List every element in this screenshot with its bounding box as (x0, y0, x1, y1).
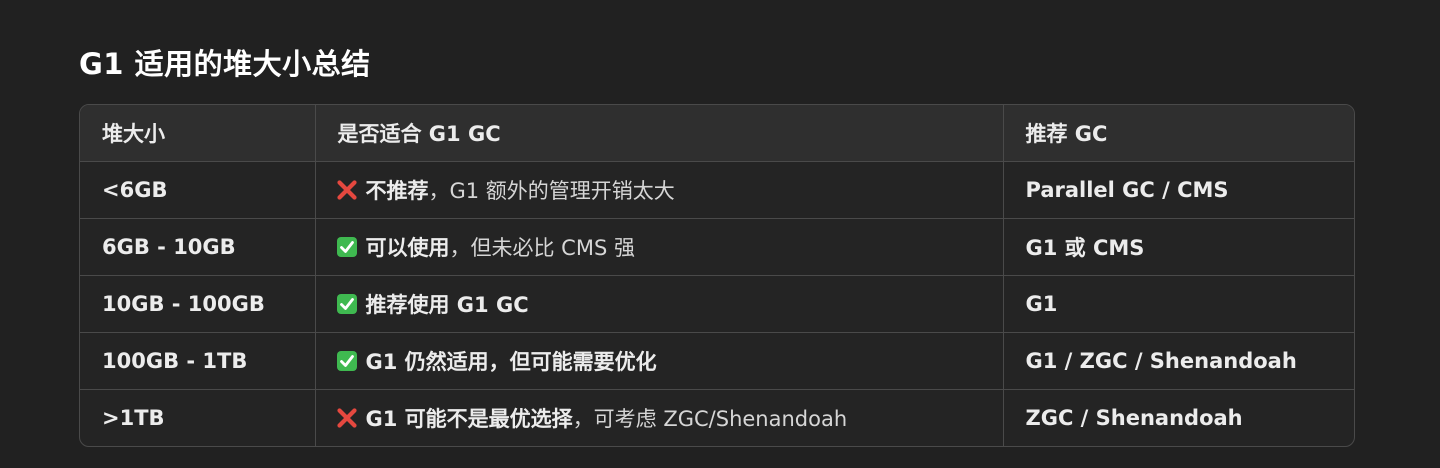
table-row: <6GB 不推荐，G1 额外的管理开销太大 Parallel GC / CMS (80, 161, 1354, 219)
check-mark-button-icon (336, 294, 357, 314)
recommended-gc-cell: Parallel GC / CMS (1003, 161, 1354, 219)
heap-size-cell: <6GB (80, 161, 316, 219)
recommended-gc-cell: G1 或 CMS (1003, 218, 1354, 276)
column-header-recommended-gc: 推荐 GC (1003, 105, 1354, 162)
g1-suitability-cell: G1 仍然适用，但可能需要优化 (315, 332, 1004, 390)
table-row: 100GB - 1TB G1 仍然适用，但可能需要优化 G1 / ZGC / She… (80, 332, 1354, 390)
suitability-verdict: 推荐使用 G1 GC (365, 293, 529, 317)
summary-table-container: 堆大小 是否适合 G1 GC 推荐 GC <6GB 不推荐，G1 额外的管理开销太… (79, 104, 1355, 447)
check-mark-button-icon (336, 237, 357, 257)
heap-size-cell: >1TB (80, 389, 316, 446)
cross-mark-icon (336, 180, 357, 200)
heap-size-cell: 10GB - 100GB (80, 275, 316, 333)
table-row: 10GB - 100GB 推荐使用 G1 GC G1 (80, 275, 1354, 333)
column-header-heap-size: 堆大小 (80, 105, 316, 162)
recommended-gc-cell: G1 (1003, 275, 1354, 333)
section-heading: G1 适用的堆大小总结 (79, 47, 371, 81)
table-header: 堆大小 是否适合 G1 GC 推荐 GC (80, 105, 1354, 162)
g1-suitability-cell: 可以使用，但未必比 CMS 强 (315, 218, 1004, 276)
suitability-note: ，G1 额外的管理开销太大 (428, 179, 675, 203)
header-row: 堆大小 是否适合 G1 GC 推荐 GC (80, 105, 1354, 162)
suitability-verdict: G1 可能不是最优选择 (365, 407, 573, 431)
heap-size-summary-table: 堆大小 是否适合 G1 GC 推荐 GC <6GB 不推荐，G1 额外的管理开销太… (80, 105, 1354, 446)
suitability-note: ，可考虑 ZGC/Shenandoah (572, 407, 848, 431)
table-body: <6GB 不推荐，G1 额外的管理开销太大 Parallel GC / CMS 6GB… (80, 161, 1354, 446)
recommended-gc-cell: G1 / ZGC / Shenandoah (1003, 332, 1354, 390)
cross-mark-icon (336, 408, 357, 428)
g1-suitability-cell: G1 可能不是最优选择，可考虑 ZGC/Shenandoah (315, 389, 1004, 446)
suitability-verdict: 不推荐 (365, 179, 429, 203)
page: G1 适用的堆大小总结 堆大小 是否适合 G1 GC 推荐 GC <6GB 不推荐… (79, 40, 1355, 447)
suitability-verdict: G1 仍然适用，但可能需要优化 (365, 350, 657, 374)
table-row: >1TB G1 可能不是最优选择，可考虑 ZGC/Shenandoah ZGC / … (80, 389, 1354, 446)
g1-suitability-cell: 不推荐，G1 额外的管理开销太大 (315, 161, 1004, 219)
g1-suitability-cell: 推荐使用 G1 GC (315, 275, 1004, 333)
suitability-verdict: 可以使用 (365, 236, 450, 260)
table-row: 6GB - 10GB 可以使用，但未必比 CMS 强 G1 或 CMS (80, 218, 1354, 276)
check-mark-button-icon (336, 351, 357, 371)
heap-size-cell: 100GB - 1TB (80, 332, 316, 390)
recommended-gc-cell: ZGC / Shenandoah (1025, 406, 1243, 430)
suitability-note: ，但未必比 CMS 强 (449, 236, 635, 260)
heap-size-cell: 6GB - 10GB (80, 218, 316, 276)
column-header-g1-suitability: 是否适合 G1 GC (315, 105, 1004, 162)
